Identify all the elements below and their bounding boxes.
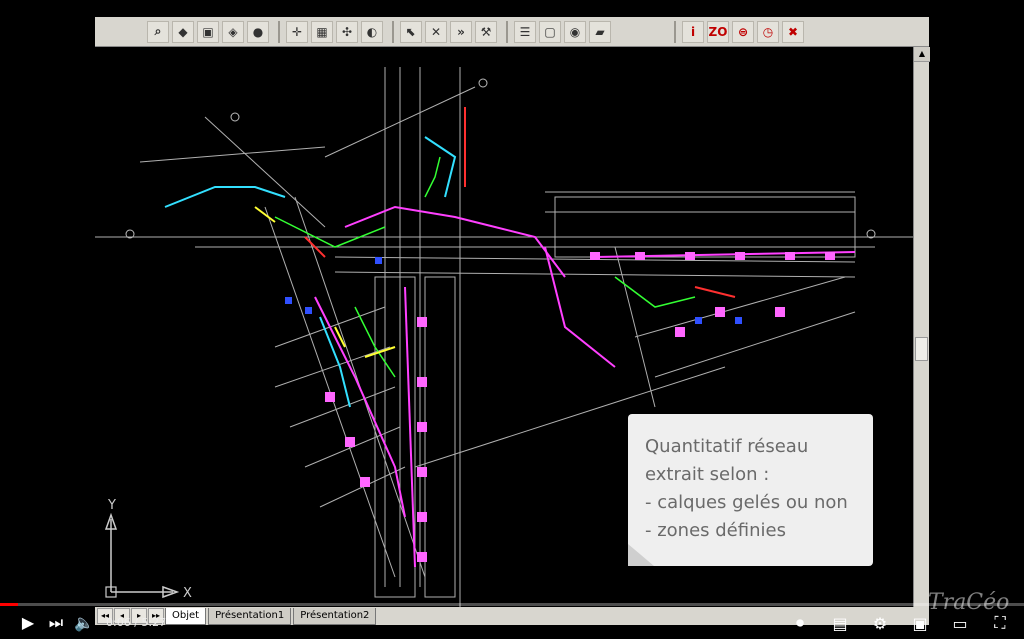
edit-tool-icon[interactable]: ⚒: [475, 20, 497, 43]
video-time: 0:06 / 5:27: [106, 616, 167, 629]
note-line: Quantitatif réseau: [645, 436, 809, 457]
render-tool-icon[interactable]: ◈: [222, 20, 244, 43]
stack-tool-icon[interactable]: ⊜: [732, 20, 754, 43]
note-line: extrait selon :: [645, 464, 770, 485]
toolbar-separator: [674, 20, 676, 43]
select-tool-icon[interactable]: ⬉: [400, 20, 422, 43]
frame-tool-icon[interactable]: ▢: [539, 20, 561, 43]
grid-tool-icon[interactable]: ▦: [311, 20, 333, 43]
toolbar-separator: [278, 20, 280, 43]
zoom-tool-icon[interactable]: ⌕: [147, 20, 169, 43]
play-icon[interactable]: ▶: [14, 609, 42, 637]
globe-tool-icon[interactable]: ●: [247, 20, 269, 43]
forward-tool-icon[interactable]: »: [450, 20, 472, 43]
axis-x-label: X: [183, 586, 192, 601]
table-tool-icon[interactable]: ☰: [514, 20, 536, 43]
cross-tool-icon[interactable]: ✖: [782, 20, 804, 43]
toolbar-separator: [392, 20, 394, 43]
eye-tool-icon[interactable]: ◉: [564, 20, 586, 43]
zone-tool-icon[interactable]: ZO: [707, 20, 729, 43]
layer-tool-icon[interactable]: ◆: [172, 20, 194, 43]
axis-y-label: Y: [107, 498, 116, 513]
book-tool-icon[interactable]: ▰: [589, 20, 611, 43]
theater-mode-icon[interactable]: ▭: [946, 609, 974, 637]
toolbar: ⌕ ◆ ▣ ◈ ● ✛ ▦ ✣ ◐ ⬉ ✕» ⚒ ☰ ▢ ◉ ▰ i ZO ⊜ ◷ ✖: [95, 17, 929, 47]
toolbar-separator: [506, 20, 508, 43]
fullscreen-icon[interactable]: ⛶: [986, 609, 1014, 637]
circle-tool-icon[interactable]: ◐: [361, 20, 383, 43]
subtitles-icon[interactable]: ▤: [826, 609, 854, 637]
autoplay-toggle-icon[interactable]: ⏺: [786, 609, 814, 637]
move-tool-icon[interactable]: ✣: [336, 20, 358, 43]
info-tool-icon[interactable]: i: [682, 20, 704, 43]
next-icon[interactable]: ⏭: [42, 609, 70, 637]
snap-tool-icon[interactable]: ✛: [286, 20, 308, 43]
note-page-curl: [628, 544, 654, 566]
view-tool-icon[interactable]: ▣: [197, 20, 219, 43]
note-line: - zones définies: [645, 520, 786, 541]
miniplayer-icon[interactable]: ▣: [906, 609, 934, 637]
scroll-thumb[interactable]: [915, 337, 928, 361]
vertical-scrollbar[interactable]: ▲: [913, 47, 930, 607]
scroll-up-icon[interactable]: ▲: [914, 47, 930, 62]
video-controls: ▶ ⏭ 🔈 0:06 / 5:27 ⏺ ▤ ⚙ ▣ ▭ ⛶: [0, 606, 1024, 639]
settings-gear-icon[interactable]: ⚙: [866, 609, 894, 637]
note-line: - calques gelés ou non: [645, 492, 848, 513]
volume-icon[interactable]: 🔈: [70, 609, 98, 637]
ucs-axis-icon: Y X: [104, 498, 192, 601]
gauge-tool-icon[interactable]: ◷: [757, 20, 779, 43]
callout-note: Quantitatif réseau extrait selon : - cal…: [628, 414, 873, 566]
delete-tool-icon[interactable]: ✕: [425, 20, 447, 43]
